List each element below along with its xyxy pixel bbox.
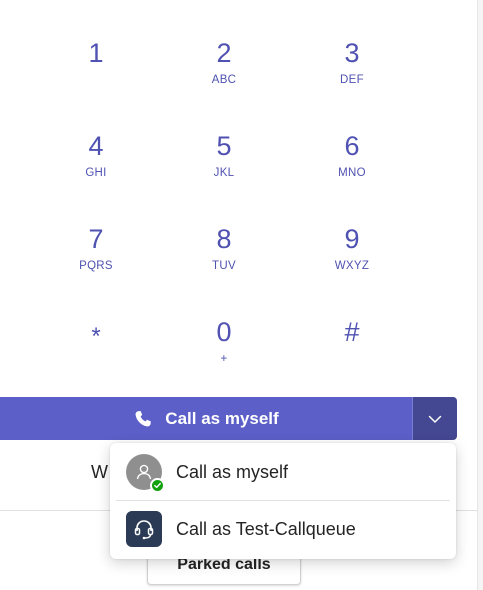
dial-key-7[interactable]: 7 PQRS (41, 220, 151, 300)
dial-pad: 1 2 ABC 3 DEF 4 GHI 5 JKL 6 MNO 7 PQRS 8 (0, 0, 477, 390)
dial-key-letters: JKL (213, 167, 235, 179)
dial-key-digit: 7 (88, 224, 104, 254)
dial-key-digit: * (91, 323, 101, 350)
dial-key-3[interactable]: 3 DEF (297, 34, 407, 114)
menu-item-call-as-myself[interactable]: Call as myself (110, 444, 456, 500)
dial-key-2[interactable]: 2 ABC (169, 34, 279, 114)
dial-key-6[interactable]: 6 MNO (297, 127, 407, 207)
dial-key-star[interactable]: * (41, 313, 151, 393)
dial-key-1[interactable]: 1 (41, 34, 151, 114)
dial-key-letters: PQRS (79, 260, 113, 272)
dial-key-digit: 5 (216, 131, 232, 161)
dial-key-digit: 0 (216, 317, 232, 347)
avatar-icon (126, 454, 165, 493)
scroll-edge (477, 0, 483, 590)
dial-key-letters: + (220, 353, 228, 365)
dial-key-letters: TUV (212, 260, 236, 272)
call-options-dropdown[interactable] (412, 397, 457, 440)
menu-item-label: Call as myself (176, 461, 289, 482)
menu-item-label: Call as Test-Callqueue (176, 518, 356, 539)
headset-icon (126, 511, 162, 547)
call-options-menu: Call as myself Call as Test-Callqueue (110, 443, 456, 559)
obscured-text: W (91, 462, 108, 482)
dial-key-hash[interactable]: # (297, 313, 407, 393)
dial-key-8[interactable]: 8 TUV (169, 220, 279, 300)
dial-key-digit: 1 (88, 38, 104, 68)
phone-icon (133, 409, 153, 429)
dial-key-digit: # (344, 317, 360, 347)
dial-key-letters: GHI (85, 167, 107, 179)
dial-key-4[interactable]: 4 GHI (41, 127, 151, 207)
chevron-down-icon (428, 414, 442, 424)
dial-key-digit: 6 (344, 131, 360, 161)
dial-key-digit: 4 (88, 131, 104, 161)
dial-key-5[interactable]: 5 JKL (169, 127, 279, 207)
dial-key-digit: 9 (344, 224, 360, 254)
presence-available-icon (150, 478, 165, 493)
dial-key-letters: ABC (211, 74, 237, 86)
dial-key-0[interactable]: 0 + (169, 313, 279, 393)
dial-key-letters: WXYZ (334, 260, 370, 272)
dialer-page: 1 2 ABC 3 DEF 4 GHI 5 JKL 6 MNO 7 PQRS 8 (0, 0, 483, 590)
dial-key-9[interactable]: 9 WXYZ (297, 220, 407, 300)
call-button-label: Call as myself (165, 408, 279, 428)
dial-key-digit: 2 (216, 38, 232, 68)
dial-key-letters: MNO (338, 167, 366, 179)
dial-key-letters: DEF (340, 74, 364, 86)
call-as-myself-button[interactable]: Call as myself (0, 397, 412, 440)
dial-key-digit: 3 (344, 38, 360, 68)
menu-item-call-as-test-callqueue[interactable]: Call as Test-Callqueue (110, 501, 456, 557)
call-split-button: Call as myself (0, 397, 457, 440)
dial-key-digit: 8 (216, 224, 232, 254)
